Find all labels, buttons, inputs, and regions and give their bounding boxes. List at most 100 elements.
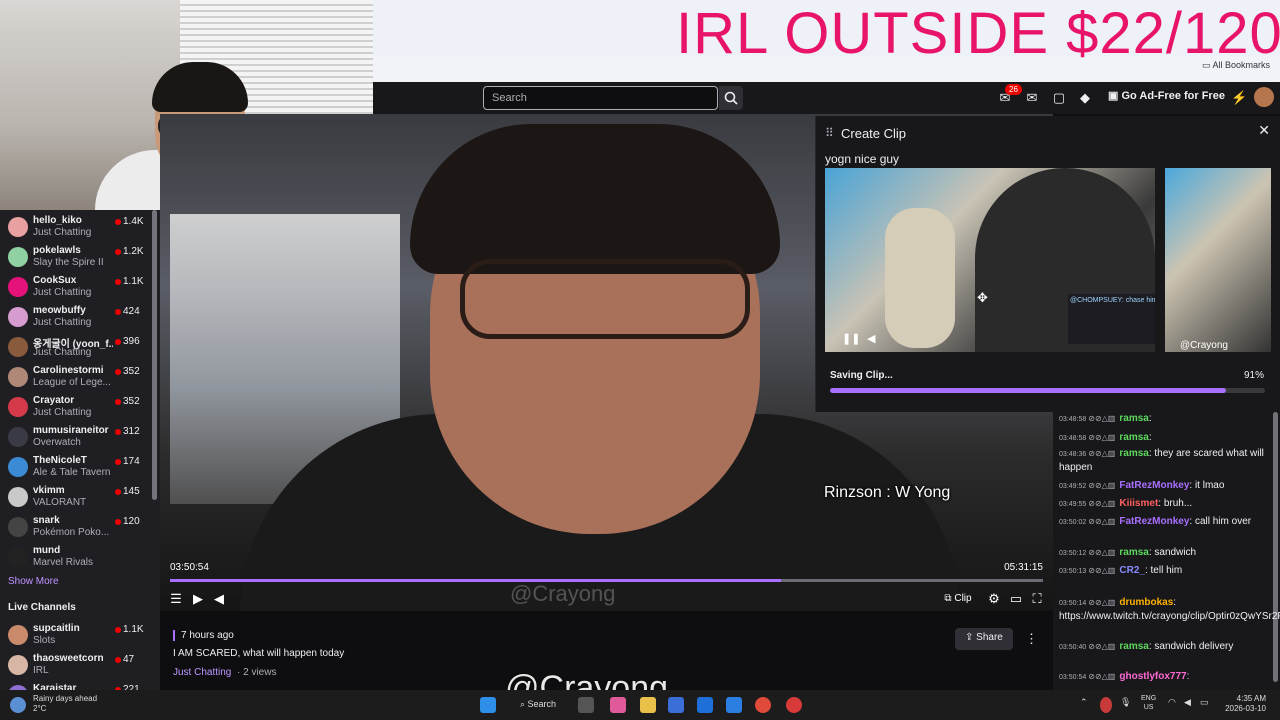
channel-viewers: 1.2K — [123, 246, 144, 257]
speaker-icon[interactable]: ◀ — [1184, 697, 1194, 713]
sidebar-channel-1[interactable]: pokelawls Slay the Spire II 1.2K — [0, 242, 160, 272]
chat-panel: 03:48:58 ⊘⊘△▥ ramsa: 03:48:58 ⊘⊘△▥ ramsa: 03… — [1053, 412, 1280, 690]
seek-bar[interactable] — [170, 579, 1043, 582]
chat-text: sandwich — [1154, 547, 1197, 558]
chat-message: 03:50:02 ⊘⊘△▥ FatRezMonkey: call him over — [1059, 515, 1274, 529]
battery-icon[interactable]: ▭ — [1200, 697, 1210, 713]
close-icon[interactable]: ✕ — [1258, 122, 1270, 139]
chat-username[interactable]: FatRezMonkey — [1119, 480, 1189, 491]
sidebar-channel-8[interactable]: TheNicoleT Ale & Tale Tavern 174 — [0, 452, 160, 482]
play-icon[interactable]: ▶ — [190, 591, 206, 607]
mod-actions-icon[interactable]: ⊘⊘△▥ — [1088, 449, 1115, 458]
chapters-icon[interactable]: ☰ — [168, 591, 184, 607]
stream-category-link[interactable]: Just Chatting — [173, 667, 231, 678]
mod-actions-icon[interactable]: ⊘⊘△▥ — [1088, 433, 1115, 442]
user-avatar[interactable] — [1254, 87, 1274, 107]
mod-actions-icon[interactable]: ⊘⊘△▥ — [1088, 672, 1115, 681]
chat-text: it lmao — [1194, 480, 1225, 491]
task-view-icon[interactable] — [578, 697, 594, 713]
chat-username[interactable]: ghostlyfox777 — [1119, 671, 1186, 682]
share-button[interactable]: ⇪ Share — [955, 628, 1013, 650]
mod-actions-icon[interactable]: ⊘⊘△▥ — [1088, 548, 1115, 557]
app-icon[interactable] — [786, 697, 802, 713]
channel-game: Just Chatting — [33, 317, 92, 328]
chat-username[interactable]: ramsa — [1119, 448, 1148, 459]
clip-label: Clip — [954, 593, 972, 604]
bits-icon[interactable]: ◆ — [1077, 90, 1093, 106]
sidebar-channel-11[interactable]: mund Marvel Rivals — [0, 542, 160, 572]
outlook-icon[interactable] — [726, 697, 742, 713]
chat-bubble-icon[interactable]: ▢ — [1051, 90, 1067, 106]
fullscreen-icon[interactable]: ⛶ — [1029, 591, 1045, 607]
tray-app-icon[interactable] — [1100, 697, 1112, 713]
system-clock[interactable]: 4:35 AM 2026-03-10 — [1225, 694, 1266, 714]
start-icon[interactable] — [480, 697, 496, 713]
mod-actions-icon[interactable]: ⊘⊘△▥ — [1088, 566, 1115, 575]
volume-icon[interactable]: ◀ — [867, 332, 875, 345]
file-explorer-icon[interactable] — [640, 697, 656, 713]
show-more-link[interactable]: Show More — [8, 576, 59, 587]
tray-chevron-icon[interactable]: ⌃ — [1080, 697, 1090, 713]
search-button[interactable] — [719, 86, 743, 110]
microphone-icon[interactable]: 🎙 — [1120, 697, 1131, 713]
sidebar-channel-0[interactable]: hello_kiko Just Chatting 1.4K — [0, 212, 160, 242]
chat-username[interactable]: ramsa — [1119, 547, 1148, 558]
mod-actions-icon[interactable]: ⊘⊘△▥ — [1088, 499, 1115, 508]
live-dot-icon — [115, 309, 121, 315]
mod-actions-icon[interactable]: ⊘⊘△▥ — [1088, 517, 1115, 526]
chat-username[interactable]: CR2_ — [1119, 565, 1145, 576]
turbo-icon[interactable]: ⚡ — [1231, 90, 1247, 106]
chat-username[interactable]: drumbokas — [1119, 597, 1173, 608]
chat-message: 03:50:14 ⊘⊘△▥ drumbokas: https://www.twitc… — [1059, 596, 1280, 623]
mod-actions-icon[interactable]: ⊘⊘△▥ — [1088, 414, 1115, 423]
saving-clip-percent: 91% — [1243, 370, 1264, 381]
wifi-icon[interactable]: ◠ — [1168, 697, 1178, 713]
channel-avatar — [8, 247, 28, 267]
sidebar-channel-2[interactable]: CookSux Just Chatting 1.1K — [0, 272, 160, 302]
go-ad-free-button[interactable]: ▣ Go Ad-Free for Free — [1108, 89, 1225, 102]
chat-username[interactable]: ramsa — [1119, 413, 1148, 424]
mod-actions-icon[interactable]: ⊘⊘△▥ — [1088, 642, 1115, 651]
sidebar-channel-4[interactable]: 옹게굴이 (yoon_f... Just Chatting 396 — [0, 332, 160, 362]
chat-username[interactable]: Kiiismet — [1119, 498, 1158, 509]
stream-banner-text: IRL OUTSIDE $22/120 — [676, 1, 1280, 66]
chat-username[interactable]: ramsa — [1119, 641, 1148, 652]
weather-icon[interactable] — [10, 697, 26, 713]
live-channel-1[interactable]: thaosweetcorn IRL 47 — [0, 650, 160, 680]
theatre-mode-icon[interactable]: ▭ — [1008, 591, 1024, 607]
chat-username[interactable]: ramsa — [1119, 432, 1148, 443]
weather-text: Rainy days ahead — [33, 694, 98, 703]
sidebar-channel-10[interactable]: snark Pokémon Poko... 120 — [0, 512, 160, 542]
search-input[interactable]: Search — [483, 86, 718, 110]
store-icon[interactable] — [697, 697, 713, 713]
settings-icon[interactable]: ⚙ — [986, 591, 1002, 607]
clip-name[interactable]: yogn nice guy — [825, 152, 899, 166]
sidebar-channel-3[interactable]: meowbuffy Just Chatting 424 — [0, 302, 160, 332]
taskbar-search[interactable]: ⌕ Search — [520, 699, 556, 710]
clip-icon: ⧉ — [944, 593, 955, 604]
chat-username[interactable]: FatRezMonkey — [1119, 516, 1189, 527]
mod-actions-icon[interactable]: ⊘⊘△▥ — [1088, 598, 1115, 607]
mod-actions-icon[interactable]: ⊘⊘△▥ — [1088, 481, 1115, 490]
chrome-icon[interactable] — [755, 697, 771, 713]
app-icon[interactable] — [668, 697, 684, 713]
clip-button[interactable]: ⧉ Clip — [938, 591, 978, 607]
clip-preview-secondary[interactable]: @Crayong — [1165, 168, 1271, 352]
channel-avatar — [8, 307, 28, 327]
drag-handle-icon[interactable]: ⠿ — [825, 126, 834, 140]
whispers-icon[interactable]: ✉ — [1024, 90, 1040, 106]
app-icon[interactable] — [610, 697, 626, 713]
sidebar-channel-5[interactable]: Carolinestormi League of Lege... 352 — [0, 362, 160, 392]
input-language[interactable]: ENG US — [1141, 694, 1156, 712]
sidebar-channel-7[interactable]: mumusiraneitor Overwatch 312 — [0, 422, 160, 452]
volume-icon[interactable]: ◀ — [211, 591, 227, 607]
more-options-icon[interactable]: ⋮ — [1025, 631, 1038, 647]
weather-widget[interactable]: Rainy days ahead 2°C — [33, 694, 97, 714]
sidebar-channel-6[interactable]: Crayator Just Chatting 352 — [0, 392, 160, 422]
sidebar-channel-9[interactable]: vkimm VALORANT 145 — [0, 482, 160, 512]
channel-viewers: 312 — [123, 426, 140, 437]
clip-preview[interactable]: @CHOMPSUEY: chase him ✥ ❚❚ ◀ — [825, 168, 1155, 352]
chat-message: 03:49:55 ⊘⊘△▥ Kiiismet: bruh... — [1059, 497, 1274, 511]
live-channel-0[interactable]: supcaitlin Slots 1.1K — [0, 620, 160, 650]
pause-icon[interactable]: ❚❚ — [842, 332, 860, 345]
